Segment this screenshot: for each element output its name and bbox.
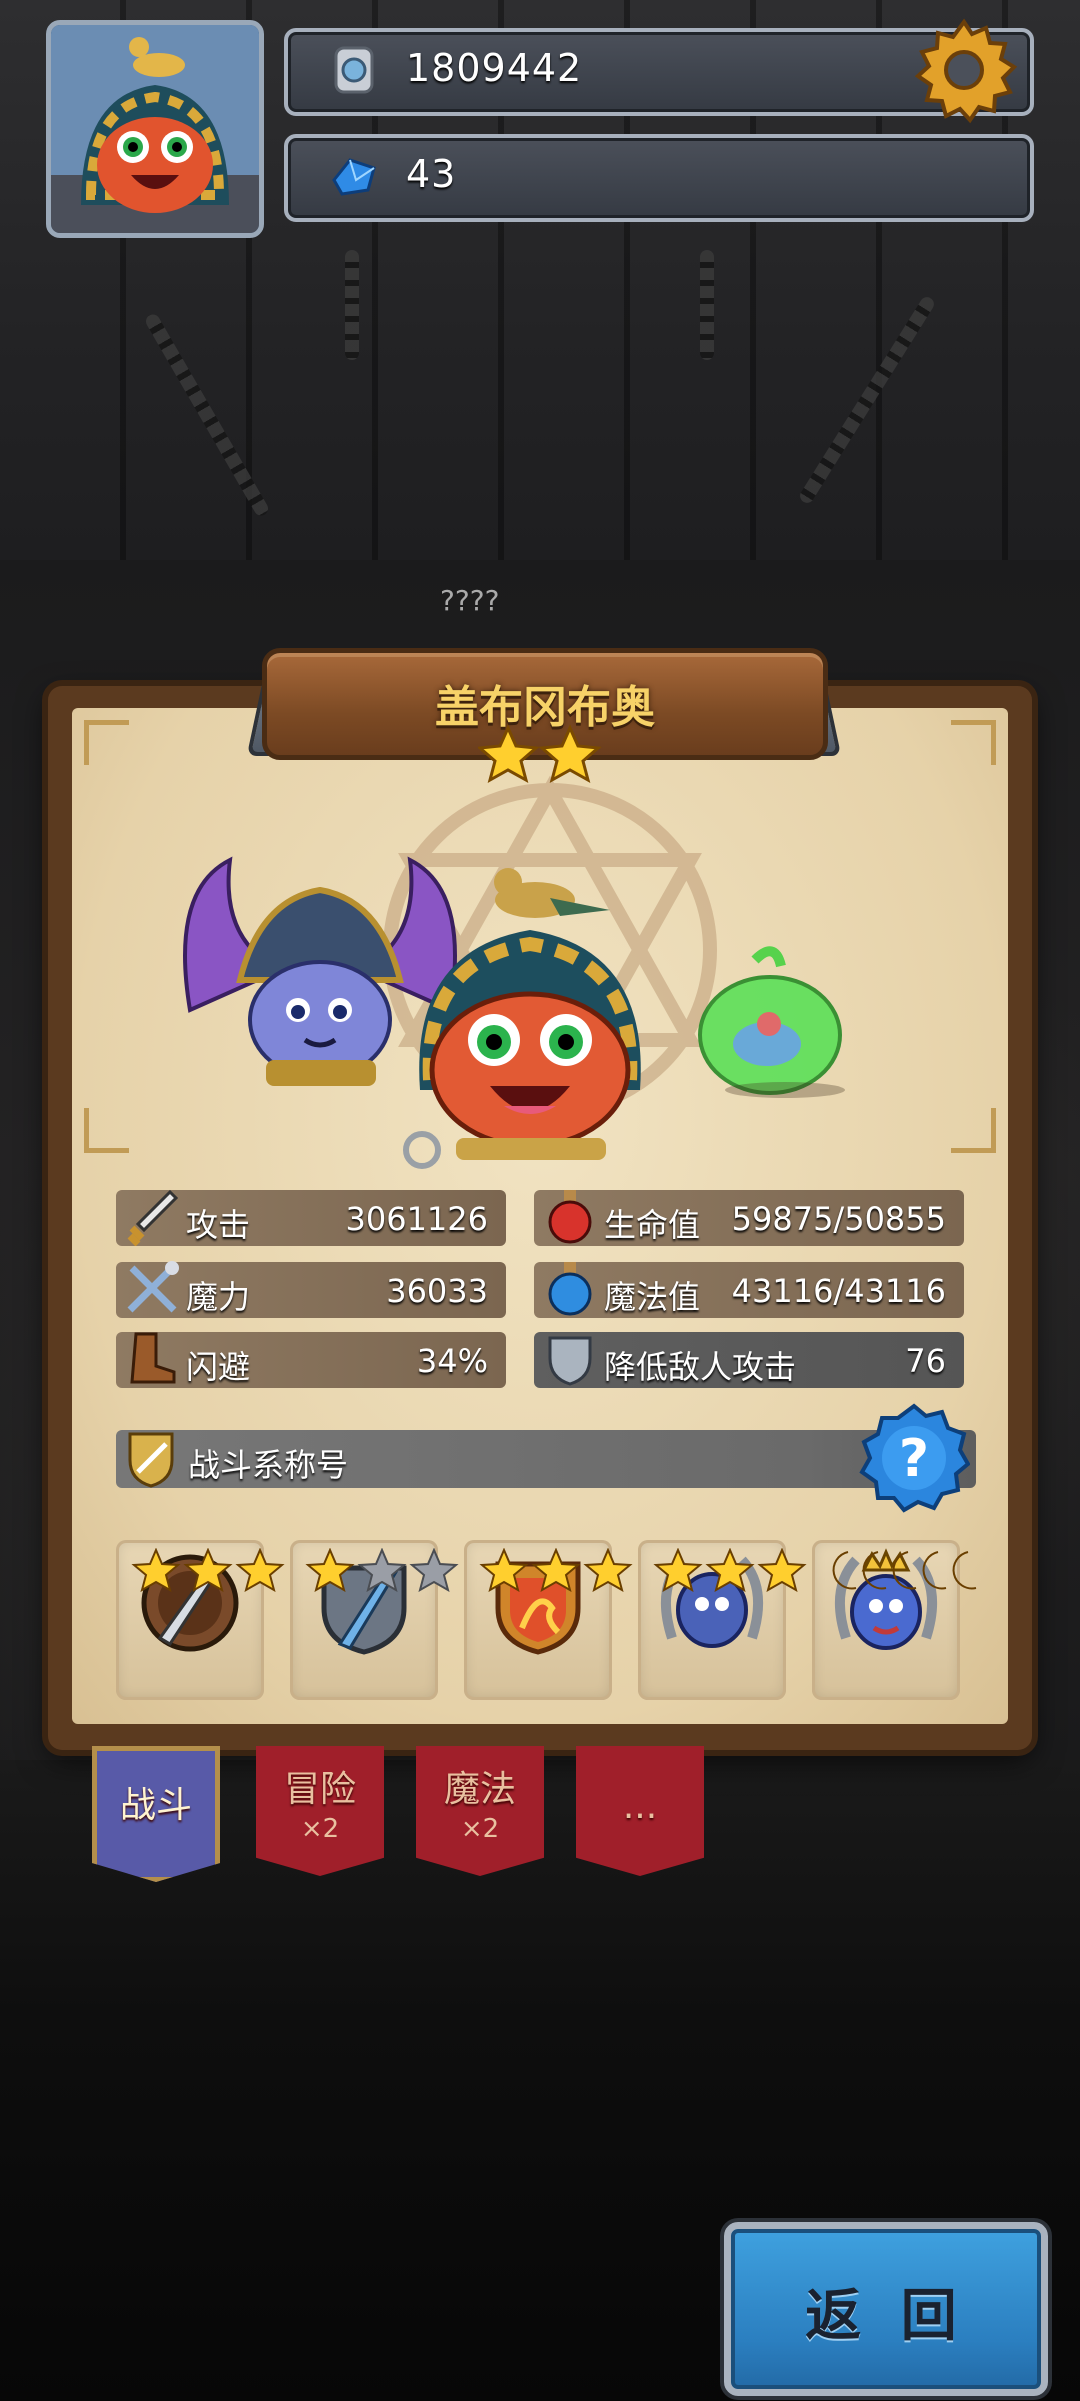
attack-value: 3061126 [345, 1200, 488, 1238]
pharaoh-hero-icon [403, 868, 641, 1169]
tab-magic-count: ×2 [460, 1814, 500, 1844]
corner-ornament [951, 1108, 996, 1153]
gem-counter: 43 [284, 134, 1034, 222]
medal-stars-2 [305, 1548, 459, 1592]
star-icon [583, 1548, 633, 1592]
hp-label: 生命值 [604, 1206, 701, 1244]
gear-icon[interactable] [910, 16, 1018, 124]
crossed-wands-icon [127, 1261, 179, 1313]
red-potion-icon [548, 1190, 592, 1244]
mp-label: 魔法值 [604, 1278, 701, 1316]
magic-power-stat: 魔力 36033 [116, 1261, 506, 1318]
dodge-label: 闪避 [186, 1348, 251, 1386]
attack-label: 攻击 [186, 1206, 251, 1244]
mp-stat: 魔法值 43116/43116 [534, 1262, 964, 1318]
tab-adventure-count: ×2 [300, 1814, 340, 1844]
battle-title-bar[interactable]: 战斗系称号 [116, 1430, 976, 1488]
star-icon [235, 1548, 285, 1592]
corner-ornament [84, 1108, 129, 1153]
dodge-stat: 闪避 34% [116, 1332, 506, 1388]
star-icon [479, 1548, 529, 1592]
silver-coin-icon [334, 46, 374, 94]
medal-slot[interactable] [464, 1540, 633, 1700]
magic-power-label: 魔力 [186, 1278, 251, 1316]
tab-battle-label: 战斗 [119, 1785, 192, 1826]
medal-slot[interactable] [290, 1540, 459, 1700]
tab-adventure-label: 冒险 [283, 1769, 356, 1810]
green-slime-pet-icon [698, 946, 845, 1098]
attack-stat: 攻击 3061126 [116, 1189, 506, 1246]
boot-icon [130, 1332, 176, 1384]
return-button-label: 返 回 [805, 2284, 967, 2349]
tab-adventure[interactable]: 冒险 ×2 [256, 1746, 384, 1876]
empty-star-icon [357, 1548, 407, 1592]
star-icon [478, 724, 540, 784]
chain-decoration [345, 250, 359, 360]
star-icon [538, 724, 602, 784]
medal-slot[interactable] [116, 1540, 285, 1700]
battle-title-label: 战斗系称号 [188, 1446, 349, 1484]
reduce-enemy-attack-value: 76 [905, 1342, 946, 1380]
tab-magic[interactable]: 魔法 ×2 [416, 1746, 544, 1876]
medal-moons [832, 1551, 977, 1590]
corner-ornament [84, 720, 129, 765]
hero-star-rating [478, 724, 602, 784]
magic-power-value: 36033 [386, 1272, 488, 1310]
coin-amount: 1809442 [406, 46, 583, 90]
moon-icon [952, 1551, 977, 1590]
tab-more[interactable]: ... [576, 1746, 704, 1876]
title-badge-icon [128, 1432, 174, 1488]
moon-icon [892, 1551, 917, 1590]
tab-battle[interactable]: 战斗 [92, 1746, 220, 1882]
medal-stars-4 [653, 1548, 807, 1592]
dodge-value: 34% [416, 1342, 488, 1380]
blue-potion-icon [548, 1262, 592, 1316]
mp-value: 43116/43116 [731, 1272, 946, 1310]
medal-slot[interactable] [812, 1540, 977, 1700]
blue-gem-icon [332, 158, 376, 196]
chain-decoration [700, 250, 714, 360]
return-button[interactable]: 返 回 [724, 2222, 1048, 2396]
star-icon [131, 1548, 181, 1592]
tab-magic-label: 魔法 [443, 1769, 516, 1810]
moon-icon [832, 1551, 857, 1590]
sword-icon [127, 1189, 179, 1246]
moon-icon [862, 1551, 887, 1590]
help-icon[interactable]: ? [858, 1402, 970, 1514]
svg-text:?: ? [899, 1429, 929, 1489]
player-avatar[interactable] [46, 20, 264, 238]
gem-amount: 43 [406, 152, 457, 196]
empty-star-icon [409, 1548, 459, 1592]
star-icon [183, 1548, 233, 1592]
star-icon [653, 1548, 703, 1592]
shield-icon [548, 1336, 592, 1386]
reduce-enemy-attack-label: 降低敌人攻击 [604, 1348, 797, 1386]
star-icon [705, 1548, 755, 1592]
medal-slot[interactable] [638, 1540, 807, 1700]
star-icon [531, 1548, 581, 1592]
moon-icon [922, 1551, 947, 1590]
star-icon [305, 1548, 355, 1592]
star-icon [757, 1548, 807, 1592]
medal-stars-1 [131, 1548, 285, 1592]
locked-area-label: ???? [440, 584, 500, 617]
hp-value: 59875/50855 [731, 1200, 946, 1238]
medal-stars-3 [479, 1548, 633, 1592]
hp-stat: 生命值 59875/50855 [534, 1190, 964, 1246]
reduce-enemy-attack-stat: 降低敌人攻击 76 [534, 1332, 964, 1388]
corner-ornament [951, 720, 996, 765]
pharaoh-avatar-icon [51, 25, 259, 233]
tab-more-label: ... [622, 1786, 658, 1827]
